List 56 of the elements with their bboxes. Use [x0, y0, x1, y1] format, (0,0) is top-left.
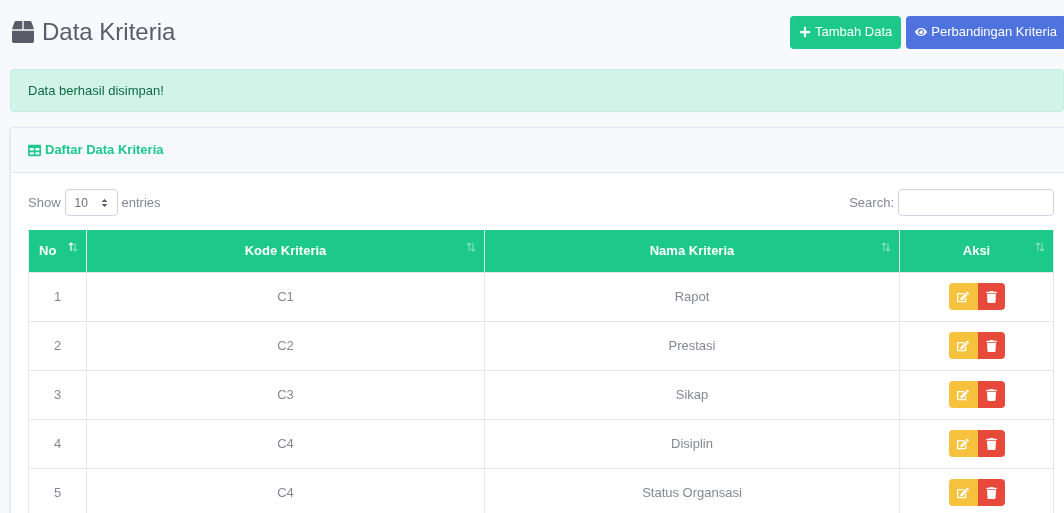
- table-cell: C4: [86, 419, 485, 468]
- table-cell: Prestasi: [484, 321, 900, 370]
- edit-icon: [957, 437, 969, 450]
- delete-button[interactable]: [977, 332, 1005, 359]
- delete-button[interactable]: [977, 283, 1005, 310]
- search-label: Search:: [849, 193, 894, 212]
- sort-icon: [68, 242, 78, 252]
- entries-select[interactable]: 10: [64, 189, 118, 216]
- table-cell: C3: [86, 370, 485, 419]
- table-cell: 2: [28, 321, 87, 370]
- column-header[interactable]: Nama Kriteria: [484, 230, 900, 272]
- table-cell: C2: [86, 321, 485, 370]
- delete-button[interactable]: [977, 479, 1005, 506]
- edit-icon: [957, 486, 969, 499]
- box-icon: [12, 21, 34, 43]
- table-cell: 3: [28, 370, 87, 419]
- table-cell: Disiplin: [484, 419, 900, 468]
- column-header[interactable]: Kode Kriteria: [86, 230, 485, 272]
- table-cell: Sikap: [484, 370, 900, 419]
- trash-icon: [985, 339, 997, 352]
- success-alert: Data berhasil disimpan!: [10, 69, 1064, 112]
- sort-icon: [881, 242, 891, 252]
- trash-icon: [985, 290, 997, 303]
- trash-icon: [985, 437, 997, 450]
- page-title: Data Kriteria: [42, 17, 176, 47]
- table-cell: Rapot: [484, 272, 900, 321]
- header-button[interactable]: Perbandingan Kriteria: [906, 15, 1064, 49]
- delete-button[interactable]: [977, 381, 1005, 408]
- edit-icon: [957, 290, 969, 303]
- edit-button[interactable]: [948, 283, 978, 310]
- trash-icon: [985, 388, 997, 401]
- show-label: Show: [28, 193, 61, 212]
- edit-button[interactable]: [948, 332, 978, 359]
- eye-icon: [915, 26, 928, 38]
- table-icon: [28, 143, 41, 157]
- trash-icon: [985, 486, 997, 499]
- table-cell: 4: [28, 419, 87, 468]
- table-cell: 5: [28, 468, 87, 513]
- table-cell: C1: [86, 272, 485, 321]
- delete-button[interactable]: [977, 430, 1005, 457]
- column-header[interactable]: No: [28, 230, 87, 272]
- edit-icon: [957, 388, 969, 401]
- edit-icon: [957, 339, 969, 352]
- sort-icon: [1035, 242, 1045, 252]
- search-field[interactable]: [898, 189, 1054, 216]
- edit-button[interactable]: [948, 381, 978, 408]
- header-button[interactable]: Tambah Data: [789, 15, 902, 49]
- updown-caret-icon: [100, 197, 108, 208]
- column-header[interactable]: Aksi: [899, 230, 1054, 272]
- edit-button[interactable]: [948, 430, 978, 457]
- plus-icon: [798, 26, 811, 38]
- table-cell: 1: [28, 272, 87, 321]
- entries-label: entries: [121, 193, 161, 212]
- sort-icon: [466, 242, 476, 252]
- card-title: Daftar Data Kriteria: [45, 141, 164, 160]
- edit-button[interactable]: [948, 479, 978, 506]
